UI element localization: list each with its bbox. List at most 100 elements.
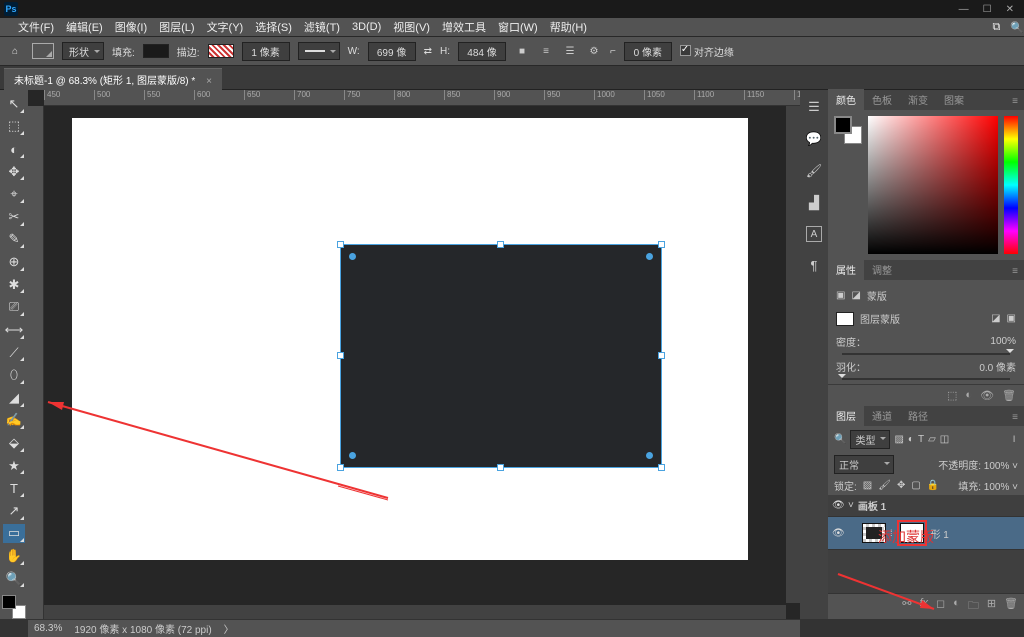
clone-icon[interactable]: ▟	[805, 194, 823, 212]
filter-toggle[interactable]: ⏽	[1010, 434, 1018, 445]
menu-image[interactable]: 图像(I)	[115, 19, 147, 35]
resize-handle[interactable]	[658, 352, 665, 359]
tool-6[interactable]: ✎	[3, 230, 25, 250]
tool-18[interactable]: ↗	[3, 501, 25, 521]
layer-fx-icon[interactable]: fx	[919, 597, 928, 616]
mask-pixel-icon[interactable]: ▣	[836, 290, 845, 301]
group-icon[interactable]: 🗀	[968, 597, 979, 616]
maximize-button[interactable]: ☐	[983, 4, 992, 15]
tool-13[interactable]: ◢	[3, 388, 25, 408]
layer-filter-kind[interactable]: 类型	[850, 430, 890, 449]
canvas-area[interactable]: 4505005506006507007508008509009501000105…	[28, 90, 800, 619]
mask-from-sel-icon[interactable]: ⬚	[947, 389, 957, 402]
tab-channels[interactable]: 通道	[864, 405, 900, 426]
tool-19[interactable]: ▭	[3, 524, 25, 544]
selected-shape[interactable]	[340, 244, 662, 468]
resize-handle[interactable]	[337, 241, 344, 248]
color-field[interactable]	[868, 116, 998, 254]
width-field[interactable]: 699 像	[368, 42, 416, 61]
corner-radius-handle[interactable]	[646, 452, 653, 459]
tool-2[interactable]: ◐	[3, 139, 25, 159]
corner-icon[interactable]: ⌐	[610, 46, 616, 57]
comments-icon[interactable]: 💬	[805, 130, 823, 148]
align-icon[interactable]: ≡	[538, 43, 554, 59]
history-icon[interactable]: ☰	[805, 98, 823, 116]
menu-filter[interactable]: 滤镜(T)	[304, 19, 340, 35]
menu-layer[interactable]: 图层(L)	[159, 19, 194, 35]
lock-artboard-icon[interactable]: ▢	[911, 480, 920, 491]
stroke-style-select[interactable]	[298, 42, 340, 60]
delete-layer-icon[interactable]: 🗑	[1004, 597, 1018, 616]
menu-view[interactable]: 视图(V)	[393, 19, 430, 35]
blend-mode-select[interactable]: 正常	[834, 455, 894, 474]
panel-menu-icon[interactable]: ≡	[1006, 409, 1024, 426]
resize-handle[interactable]	[337, 352, 344, 359]
tool-17[interactable]: T	[3, 478, 25, 498]
delete-mask-icon[interactable]: 🗑	[1002, 389, 1016, 402]
link-layers-icon[interactable]: ⚯	[902, 597, 911, 616]
document-tab[interactable]: 未标题-1 @ 68.3% (矩形 1, 图层蒙版/8) * ×	[4, 68, 222, 90]
mask-thumb[interactable]	[836, 312, 854, 326]
visibility-icon[interactable]: 👁	[832, 528, 844, 539]
arrange-icon[interactable]: ☰	[562, 43, 578, 59]
feather-value[interactable]: 0.0 像素	[979, 359, 1016, 374]
zoom-level[interactable]: 68.3%	[34, 623, 62, 634]
tab-layers[interactable]: 图层	[828, 405, 864, 426]
mask-vector-icon[interactable]: ◪	[851, 290, 860, 301]
menu-window[interactable]: 窗口(W)	[498, 19, 538, 35]
tool-7[interactable]: ⊕	[3, 252, 25, 272]
stroke-swatch[interactable]	[208, 44, 234, 58]
fill-swatch[interactable]	[143, 44, 169, 58]
corner-radius-handle[interactable]	[349, 452, 356, 459]
filter-adjust-icon[interactable]: ◐	[908, 434, 914, 445]
panel-menu-icon[interactable]: ≡	[1006, 93, 1024, 110]
gear-icon[interactable]: ⚙	[586, 43, 602, 59]
scrollbar-horizontal[interactable]	[44, 605, 786, 619]
height-field[interactable]: 484 像	[458, 42, 506, 61]
tab-pattern[interactable]: 图案	[936, 89, 972, 110]
tool-12[interactable]: ⬯	[3, 365, 25, 385]
layer-artboard[interactable]: 👁 ˅ 画板 1	[828, 495, 1024, 517]
radius-field[interactable]: 0 像素	[624, 42, 672, 61]
path-ops-icon[interactable]: ■	[514, 43, 530, 59]
layer-name[interactable]: 画板 1	[858, 498, 886, 513]
corner-radius-handle[interactable]	[646, 253, 653, 260]
density-value[interactable]: 100%	[990, 336, 1016, 347]
tool-9[interactable]: ⎚	[3, 297, 25, 317]
resize-handle[interactable]	[497, 464, 504, 471]
panel-menu-icon[interactable]: ≡	[1006, 263, 1024, 280]
adjustment-layer-icon[interactable]: ◐	[953, 597, 960, 616]
stroke-width-field[interactable]: 1 像素	[242, 42, 290, 61]
menu-select[interactable]: 选择(S)	[255, 19, 292, 35]
menu-help[interactable]: 帮助(H)	[550, 19, 587, 35]
fg-bg-swatch[interactable]	[834, 116, 862, 144]
lock-paint-icon[interactable]: 🖌	[878, 480, 891, 491]
new-layer-icon[interactable]: ⊞	[987, 597, 996, 616]
disable-mask-icon[interactable]: 👁	[980, 389, 994, 402]
lock-pos-icon[interactable]: ✥	[897, 480, 905, 491]
resize-handle[interactable]	[658, 241, 665, 248]
menu-file[interactable]: 文件(F)	[18, 19, 54, 35]
tool-5[interactable]: ✂	[3, 207, 25, 227]
tool-21[interactable]: 🔍	[3, 569, 25, 589]
close-tab-icon[interactable]: ×	[206, 76, 212, 87]
tool-8[interactable]: ✱	[3, 275, 25, 295]
density-slider[interactable]	[842, 353, 1010, 355]
tool-16[interactable]: ★	[3, 456, 25, 476]
character-icon[interactable]: ¶	[805, 256, 823, 274]
fg-bg-colors[interactable]	[2, 595, 26, 619]
tab-adjustments[interactable]: 调整	[864, 259, 900, 280]
tool-20[interactable]: ✋	[3, 546, 25, 566]
menu-type[interactable]: 文字(Y)	[207, 19, 244, 35]
shape-mode-select[interactable]: 形状	[62, 42, 104, 60]
menu-edit[interactable]: 编辑(E)	[66, 19, 103, 35]
tab-gradient[interactable]: 渐变	[900, 89, 936, 110]
add-mask-icon[interactable]: ◻	[936, 597, 945, 616]
fill-value[interactable]: 100%	[984, 482, 1010, 493]
add-pixel-mask-icon[interactable]: ◪	[991, 313, 1000, 324]
resize-handle[interactable]	[337, 464, 344, 471]
share-icon[interactable]: ⧉	[992, 21, 1000, 34]
hue-slider[interactable]	[1004, 116, 1018, 254]
tab-properties[interactable]: 属性	[828, 259, 864, 280]
menu-3d[interactable]: 3D(D)	[352, 21, 381, 33]
